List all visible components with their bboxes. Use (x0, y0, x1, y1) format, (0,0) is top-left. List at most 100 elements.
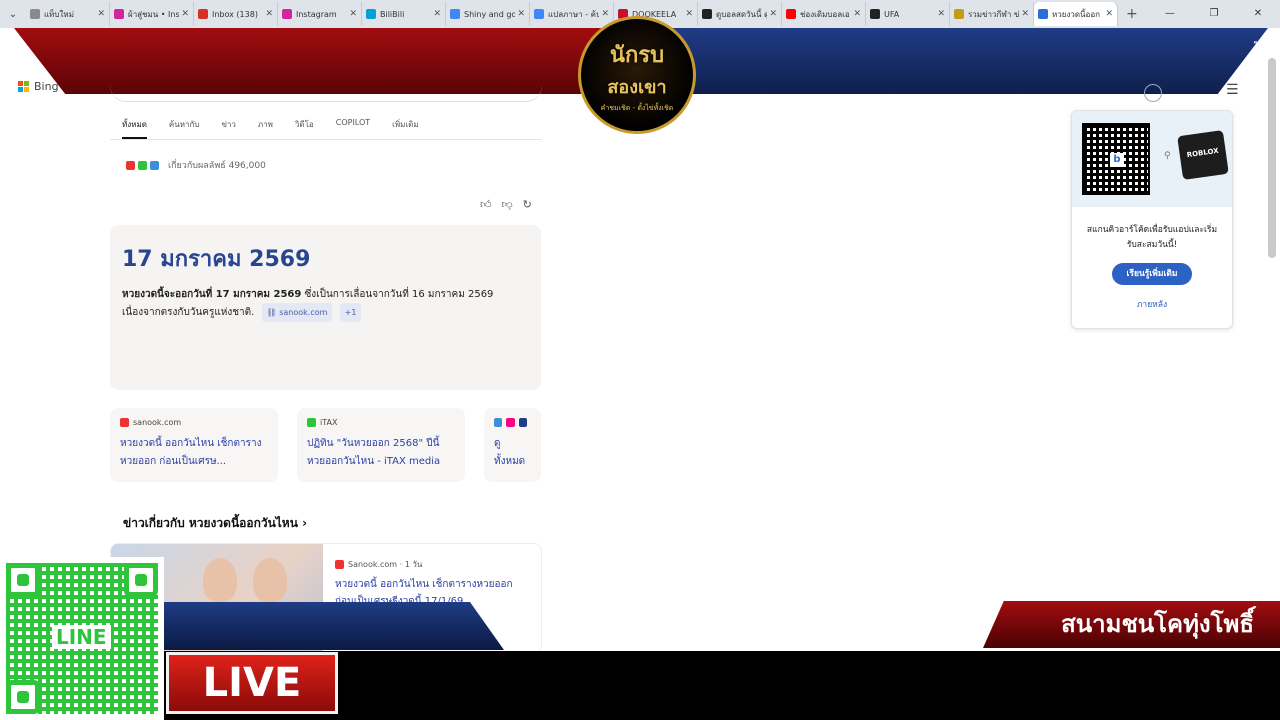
nav-tab[interactable]: ทั้งหมด (122, 118, 147, 139)
tab-favicon-icon (534, 9, 544, 19)
browser-tab[interactable]: ช่องเดิมบอลเอ ✕ (782, 2, 866, 26)
tab-favicon-icon (114, 9, 124, 19)
nav-tab[interactable]: ข่าว (221, 118, 235, 139)
nav-tab[interactable]: ภาพ (258, 118, 273, 139)
qr-code: b (1082, 123, 1150, 195)
browser-tab[interactable]: หวยงวดนี้ออก ✕ (1034, 2, 1118, 26)
close-tab-icon[interactable]: ✕ (97, 9, 105, 19)
maximize-button[interactable]: ❐ (1192, 0, 1236, 28)
browser-tab[interactable]: ดูบอลสดวันนี้ ดู ✕ (698, 2, 782, 26)
answer-date: 17 มกราคม 2569 (122, 247, 311, 272)
close-tab-icon[interactable]: ✕ (601, 9, 609, 19)
answer-text-rest: ซึ่งเป็นการเลื่อนจากวันที่ 16 มกราคม 256… (301, 289, 494, 300)
browser-tab[interactable]: Shiny and go ✕ (446, 2, 530, 26)
bottom-blue-banner (164, 602, 504, 650)
toolbar-right-text: ขยา (1253, 39, 1270, 49)
learn-more-button[interactable]: เรียนรู้เพิ่มเติม (1112, 263, 1192, 285)
minimize-button[interactable]: — (1148, 0, 1192, 28)
results-count-text: เกี่ยวกับผลลัพธ์ 496,000 (168, 161, 266, 171)
news-heading[interactable]: ข่าวเกี่ยวกับ หวยงวดนี้ออกวันไหน › (123, 514, 307, 533)
close-tab-icon[interactable]: ✕ (853, 9, 861, 19)
page-scrollbar[interactable] (1268, 58, 1276, 258)
citation-more-badge[interactable]: +1 (339, 303, 362, 322)
tab-title: ช่องเดิมบอลเอ (800, 9, 850, 19)
tab-title: BiliBili (380, 9, 405, 19)
citation-source: sanook.com (279, 308, 328, 317)
tab-title: แท็บใหม่ (44, 9, 74, 19)
user-avatar[interactable] (1144, 84, 1162, 102)
thumbs-down-icon[interactable]: 👎︎ (502, 198, 513, 211)
news-source: Sanook.com · 1 วัน (348, 560, 423, 569)
banner-red-segment (14, 28, 654, 94)
tab-title: UFA (884, 9, 900, 19)
tab-favicon-icon (450, 9, 460, 19)
chevron-right-icon: › (302, 516, 308, 530)
search-box[interactable] (110, 86, 542, 102)
nav-tab[interactable]: COPILOT (336, 118, 370, 139)
thumbs-up-icon[interactable]: 👍︎ (480, 198, 492, 211)
tab-title: Instagram (296, 9, 337, 19)
source-card[interactable]: iTAX ปฏิทิน "วันหวยออก 2568" ปีนี้หวยออก… (297, 408, 465, 482)
close-tab-icon[interactable]: ✕ (433, 9, 441, 19)
later-link[interactable]: ภายหลัง (1072, 297, 1232, 311)
tab-favicon-icon (786, 9, 796, 19)
close-tab-icon[interactable]: ✕ (517, 9, 525, 19)
browser-tab[interactable]: UFA ✕ (866, 2, 950, 26)
browser-tab[interactable]: Instagram ✕ (278, 2, 362, 26)
share-icon[interactable]: ↻ (523, 198, 532, 211)
line-qr-code: LINE (0, 557, 164, 720)
close-tab-icon[interactable]: ✕ (265, 9, 273, 19)
close-tab-icon[interactable]: ✕ (349, 9, 357, 19)
close-tab-icon[interactable]: ✕ (937, 9, 945, 19)
person-figure (253, 558, 287, 602)
citation-badge[interactable]: ⛓ sanook.com (261, 303, 333, 322)
close-window-button[interactable]: ✕ (1236, 0, 1280, 28)
close-tab-icon[interactable]: ✕ (769, 9, 777, 19)
line-label: LINE (52, 625, 111, 649)
new-tab-button[interactable]: + (1126, 6, 1138, 22)
source-icon (138, 160, 147, 170)
browser-tab[interactable]: แปลภาษา - ค้น ✕ (530, 2, 614, 26)
tab-search-icon[interactable]: ⌄ (0, 0, 26, 28)
menu-icon[interactable]: ☰ (1226, 82, 1239, 98)
bing-logo[interactable]: Bing (18, 80, 59, 93)
nav-tab[interactable]: วิดีโอ (295, 118, 314, 139)
browser-tab[interactable]: Inbox (138) ✕ (194, 2, 278, 26)
source-icon (150, 160, 159, 170)
back-arrow-icon[interactable]: ← (6, 32, 18, 48)
tab-favicon-icon (366, 9, 376, 19)
browser-tab[interactable]: BiliBili ✕ (362, 2, 446, 26)
logo-slogan: คำชมเชิด - ตั้งไข่ทั้งเชิด (600, 103, 674, 112)
microsoft-logo-icon (18, 80, 30, 93)
tab-title: Shiny and go (464, 9, 516, 19)
source-card[interactable]: sanook.com หวยงวดนี้ ออกวันไหน เช็กตาราง… (110, 408, 278, 482)
source-icon (126, 160, 135, 170)
promo-header: b ⚲ ROBLOX (1072, 111, 1232, 207)
browser-tab[interactable]: ผ้าสู่ชมน • Ins ✕ (110, 2, 194, 26)
nav-tab[interactable]: เพิ่มเติม (392, 118, 418, 139)
see-all-link[interactable]: ดูทั้งหมด (494, 435, 531, 471)
qr-finder (124, 563, 158, 597)
live-badge: LIVE (166, 652, 338, 714)
browser-tab[interactable]: แท็บใหม่ ✕ (26, 2, 110, 26)
nav-divider (110, 139, 542, 140)
search-nav-tabs: ทั้งหมด ค้นหากับ ข่าว ภาพ วิดีโอ COPILOT เพิ่ม… (122, 118, 419, 139)
close-tab-icon[interactable]: ✕ (181, 9, 189, 19)
source-title[interactable]: หวยงวดนี้ ออกวันไหน เช็กตารางหวยออก ก่อน… (120, 435, 268, 471)
tab-favicon-icon (702, 9, 712, 19)
nav-tab[interactable]: ค้นหากับ (169, 118, 200, 139)
source-title[interactable]: ปฏิทิน "วันหวยออก 2568" ปีนี้หวยออกวันไห… (307, 435, 455, 471)
window-controls: — ❐ ✕ (1148, 0, 1280, 28)
news-meta: Sanook.com · 1 วัน (335, 558, 422, 571)
close-tab-icon[interactable]: ✕ (1021, 9, 1029, 19)
qr-finder (6, 680, 40, 714)
source-site: sanook.com (120, 418, 268, 427)
bing-logo-text: Bing (34, 80, 59, 93)
tab-favicon-icon (870, 9, 880, 19)
see-all-card[interactable]: ดูทั้งหมด (484, 408, 541, 482)
close-tab-icon[interactable]: ✕ (685, 9, 693, 19)
close-tab-icon[interactable]: ✕ (1105, 9, 1113, 19)
browser-tab[interactable]: รวมข่าวกีฬา ข่า ✕ (950, 2, 1034, 26)
source-site-name: sanook.com (133, 418, 182, 427)
roblox-tile: ROBLOX (1177, 130, 1229, 180)
